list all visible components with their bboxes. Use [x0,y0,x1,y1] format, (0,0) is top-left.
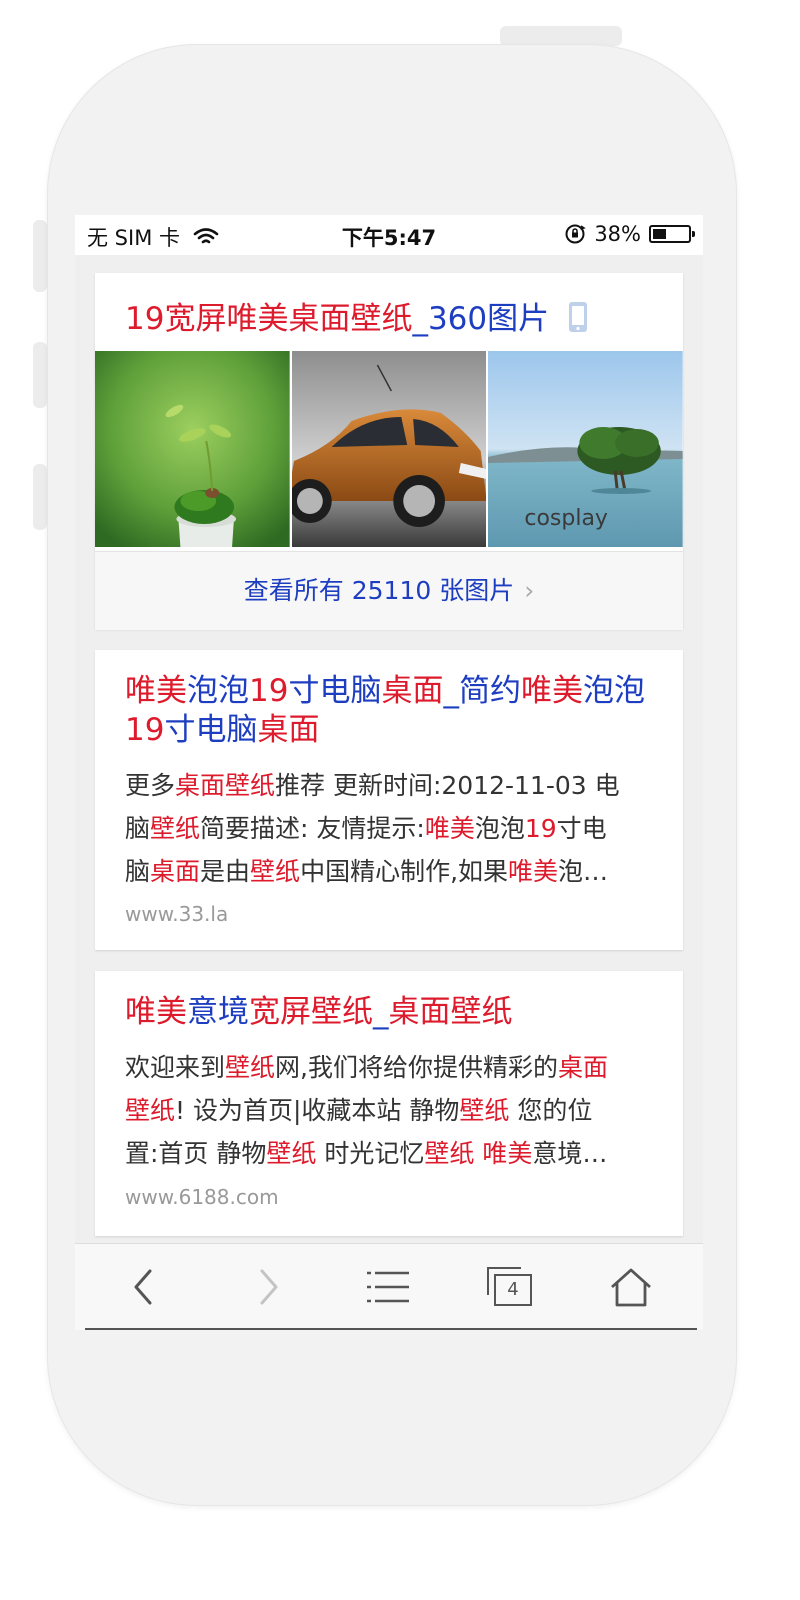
forward-icon [260,1269,278,1305]
highlight-term: 桌面 [557,1053,608,1082]
image-result-title[interactable]: 19宽屏唯美桌面壁纸_360图片 [125,293,589,338]
status-bar: 无 SIM 卡 下午5:47 38% [75,215,703,255]
snippet-line: 脑桌面是由壁纸中国精心制作,如果唯美泡… [125,850,660,893]
thumbnail-caption: cosplay [524,506,608,531]
text-segment: _ [373,994,389,1030]
highlight-term: 壁纸 [125,1096,176,1125]
text-segment: 您的位 [509,1096,593,1125]
tabs-icon: 4 [487,1267,533,1307]
text-segment: 脑 [125,857,151,886]
thumbnail-car[interactable] [291,351,487,547]
volume-down-button [33,464,47,530]
text-segment: _简约 [443,673,521,709]
text-segment: _360图片 [412,301,550,337]
rotation-lock-icon [565,224,587,244]
result-url[interactable]: www.6188.com [125,1185,279,1209]
battery-icon [649,225,695,243]
chevron-right-icon: › [524,576,535,605]
highlight-term: 壁纸 [225,1053,276,1082]
highlight-term: 壁纸 [250,857,301,886]
search-result: 唯美泡泡19寸电脑桌面_简约唯美泡泡19寸电脑桌面 更多桌面壁纸推荐 更新时间:… [95,650,683,950]
highlight-term: 19 [249,673,289,709]
result-title[interactable]: 唯美泡泡19寸电脑桌面_简约唯美泡泡19寸电脑桌面 [125,672,660,750]
image-thumbnails: cosplay [95,351,684,547]
highlight-term: 唯美 [125,673,187,709]
tab-count: 4 [494,1274,532,1306]
text-segment: 更多 [125,771,176,800]
text-segment: 意境… [532,1139,608,1168]
highlight-term: 19 [524,814,557,843]
highlight-term: 宽屏壁纸 [249,994,373,1030]
highlight-term: 唯美 [520,673,583,709]
highlight-term: 桌面 [257,712,320,748]
text-segment: 泡泡 [187,673,249,709]
result-title[interactable]: 唯美意境宽屏壁纸_桌面壁纸 [125,993,660,1032]
menu-button[interactable] [358,1262,418,1312]
text-segment: 是由 [200,857,251,886]
highlight-term: 壁纸 [424,1139,475,1168]
snippet-line: 壁纸! 设为首页|收藏本站 静物壁纸 您的位 [125,1089,660,1132]
status-right: 38% [564,222,695,246]
text-segment: 寸电脑 [288,673,382,709]
highlight-term: 桌面 [150,857,201,886]
screen: 无 SIM 卡 下午5:47 38% 19宽屏唯美桌面壁纸_360图片 cosp… [75,215,703,1330]
menu-list-icon [367,1271,409,1303]
text-segment: 泡泡 [582,673,645,709]
highlight-term: 唯美 [424,814,475,843]
view-all-label: 查看所有 25110 张图片 [243,576,515,605]
highlight-term: 壁纸 [459,1096,510,1125]
thumbnail-tree[interactable]: cosplay [488,351,684,547]
back-icon [134,1269,152,1305]
snippet-line: 更多桌面壁纸推荐 更新时间:2012-11-03 电 [125,764,660,807]
text-segment: 意境 [187,994,249,1030]
text-segment: 置:首页 静物 [125,1139,267,1168]
forward-button[interactable] [239,1262,299,1312]
text-segment: 网,我们将给你提供精彩的 [275,1053,558,1082]
text-segment: ! 设为首页|收藏本站 静物 [175,1096,460,1125]
text-segment: 中国精心制作,如果 [300,857,509,886]
highlight-term: 唯美 [482,1139,533,1168]
highlight-term: 19宽屏唯美桌面壁纸 [125,301,413,337]
snippet-line: 欢迎来到壁纸网,我们将给你提供精彩的桌面 [125,1046,660,1089]
result-url[interactable]: www.33.la [125,902,228,926]
battery-percent: 38% [594,222,641,246]
search-result: 唯美意境宽屏壁纸_桌面壁纸 欢迎来到壁纸网,我们将给你提供精彩的桌面 壁纸! 设为… [95,971,683,1236]
text-segment: 欢迎来到 [125,1053,226,1082]
mute-switch [33,220,47,292]
tabs-button[interactable]: 4 [480,1262,540,1312]
highlight-term: 唯美 [508,857,559,886]
text-segment: 推荐 更新时间:2012-11-03 电 [275,771,620,800]
snippet-line: 脑壁纸简要描述: 友情提示:唯美泡泡19寸电 [125,807,660,850]
text-segment: 寸电脑 [164,712,258,748]
highlight-term: 桌面壁纸 [388,994,513,1030]
volume-up-button [33,342,47,408]
highlight-term: 桌面 [381,673,444,709]
text-segment: 脑 [125,814,151,843]
highlight-term: 壁纸 [266,1139,317,1168]
text-segment: 寸电 [556,814,607,843]
highlight-term: 桌面壁纸 [175,771,276,800]
text-segment: 时光记忆 [316,1139,425,1168]
power-button [500,26,622,46]
image-result-card[interactable]: 19宽屏唯美桌面壁纸_360图片 cosplay 查看所有 25110 张图片 … [95,273,684,630]
thumbnail-plant[interactable] [95,351,290,547]
browser-toolbar: 4 [75,1243,703,1330]
text-segment: 泡… [558,857,609,886]
result-snippet: 更多桌面壁纸推荐 更新时间:2012-11-03 电脑壁纸简要描述: 友情提示:… [125,764,660,893]
text-segment: 泡泡 [474,814,525,843]
view-all-images-link[interactable]: 查看所有 25110 张图片 › [95,551,683,630]
highlight-term: 唯美 [125,994,187,1030]
highlight-term: 19 [125,712,165,748]
home-button[interactable] [601,1262,661,1312]
text-segment: 简要描述: 友情提示: [200,814,425,843]
mobile-icon [568,302,587,332]
snippet-line: 置:首页 静物壁纸 时光记忆壁纸 唯美意境… [125,1132,660,1175]
result-snippet: 欢迎来到壁纸网,我们将给你提供精彩的桌面 壁纸! 设为首页|收藏本站 静物壁纸 您… [125,1046,660,1175]
back-button[interactable] [113,1262,173,1312]
highlight-term: 壁纸 [150,814,201,843]
home-icon [611,1268,651,1307]
toolbar-bottom-line [85,1328,697,1330]
